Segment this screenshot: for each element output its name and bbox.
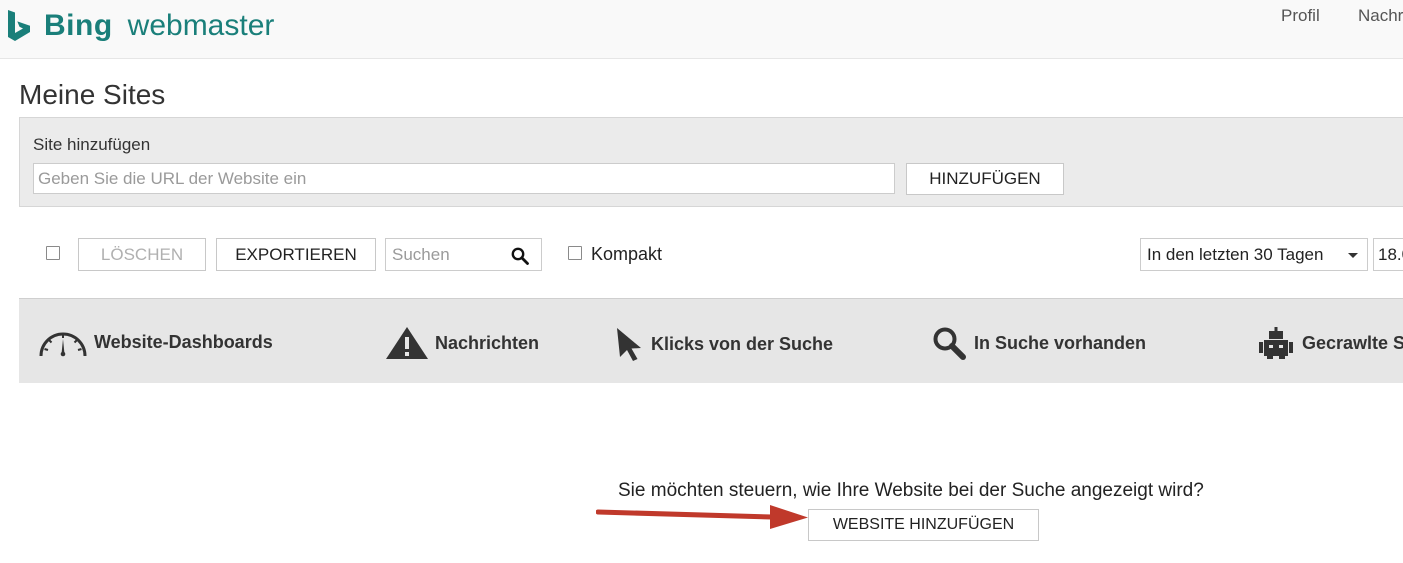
search-icon[interactable] — [511, 247, 529, 265]
add-site-button[interactable]: HINZUFÜGEN — [906, 163, 1064, 195]
page-title: Meine Sites — [19, 79, 166, 110]
magnifier-icon — [933, 327, 966, 360]
select-all-checkbox[interactable] — [46, 246, 60, 260]
nav-profile-link[interactable]: Profil — [1281, 6, 1320, 26]
cursor-icon — [617, 328, 641, 361]
add-website-button[interactable]: WEBSITE HINZUFÜGEN — [808, 509, 1039, 541]
compact-label: Kompakt — [591, 244, 663, 264]
site-search-input[interactable] — [386, 239, 518, 270]
export-button[interactable]: EXPORTIEREN — [216, 238, 376, 271]
date-range-value: In den letzten 30 Tagen — [1147, 245, 1324, 264]
column-label: In Suche vorhanden — [974, 332, 1147, 353]
top-header: Bing webmaster Profil Nachr — [0, 0, 1403, 59]
empty-state-message: Sie möchten steuern, wie Ihre Website be… — [618, 480, 1204, 501]
bing-logo-icon — [8, 10, 30, 41]
warning-icon — [386, 327, 428, 359]
site-url-input[interactable] — [33, 163, 895, 194]
column-label: Gecrawlte Se — [1302, 332, 1403, 353]
date-input[interactable]: 18.0 — [1373, 238, 1403, 271]
chevron-down-icon — [1348, 253, 1358, 258]
column-clicks-from-search[interactable]: Klicks von der Suche — [615, 326, 833, 362]
nav-messages-link[interactable]: Nachr — [1358, 6, 1403, 26]
red-arrow-icon — [596, 505, 808, 529]
column-website-dashboards[interactable]: Website-Dashboards — [38, 326, 273, 358]
add-site-panel: Site hinzufügen HINZUFÜGEN — [19, 117, 1403, 207]
site-search-box — [385, 238, 542, 271]
logo-product-text: webmaster — [127, 9, 275, 42]
add-site-label: Site hinzufügen — [33, 135, 151, 154]
site-columns-header: Website-Dashboards Nachrichten Klicks vo… — [19, 298, 1403, 383]
column-indexed[interactable]: In Suche vorhanden — [932, 326, 1146, 360]
column-label: Nachrichten — [435, 332, 540, 353]
column-label: Klicks von der Suche — [651, 333, 834, 354]
column-messages[interactable]: Nachrichten — [385, 326, 539, 360]
date-value: 18.0 — [1378, 245, 1403, 264]
column-label: Website-Dashboards — [94, 331, 273, 352]
bing-webmaster-logo[interactable]: Bing webmaster — [6, 6, 274, 46]
compact-checkbox[interactable] — [568, 246, 582, 260]
column-crawled-pages[interactable]: Gecrawlte Se — [1256, 326, 1403, 360]
logo-bing-text: Bing — [44, 9, 113, 42]
dashboard-gauge-icon — [39, 332, 87, 357]
delete-button[interactable]: LÖSCHEN — [78, 238, 206, 271]
date-range-select[interactable]: In den letzten 30 Tagen — [1140, 238, 1368, 271]
robot-icon — [1259, 327, 1293, 359]
